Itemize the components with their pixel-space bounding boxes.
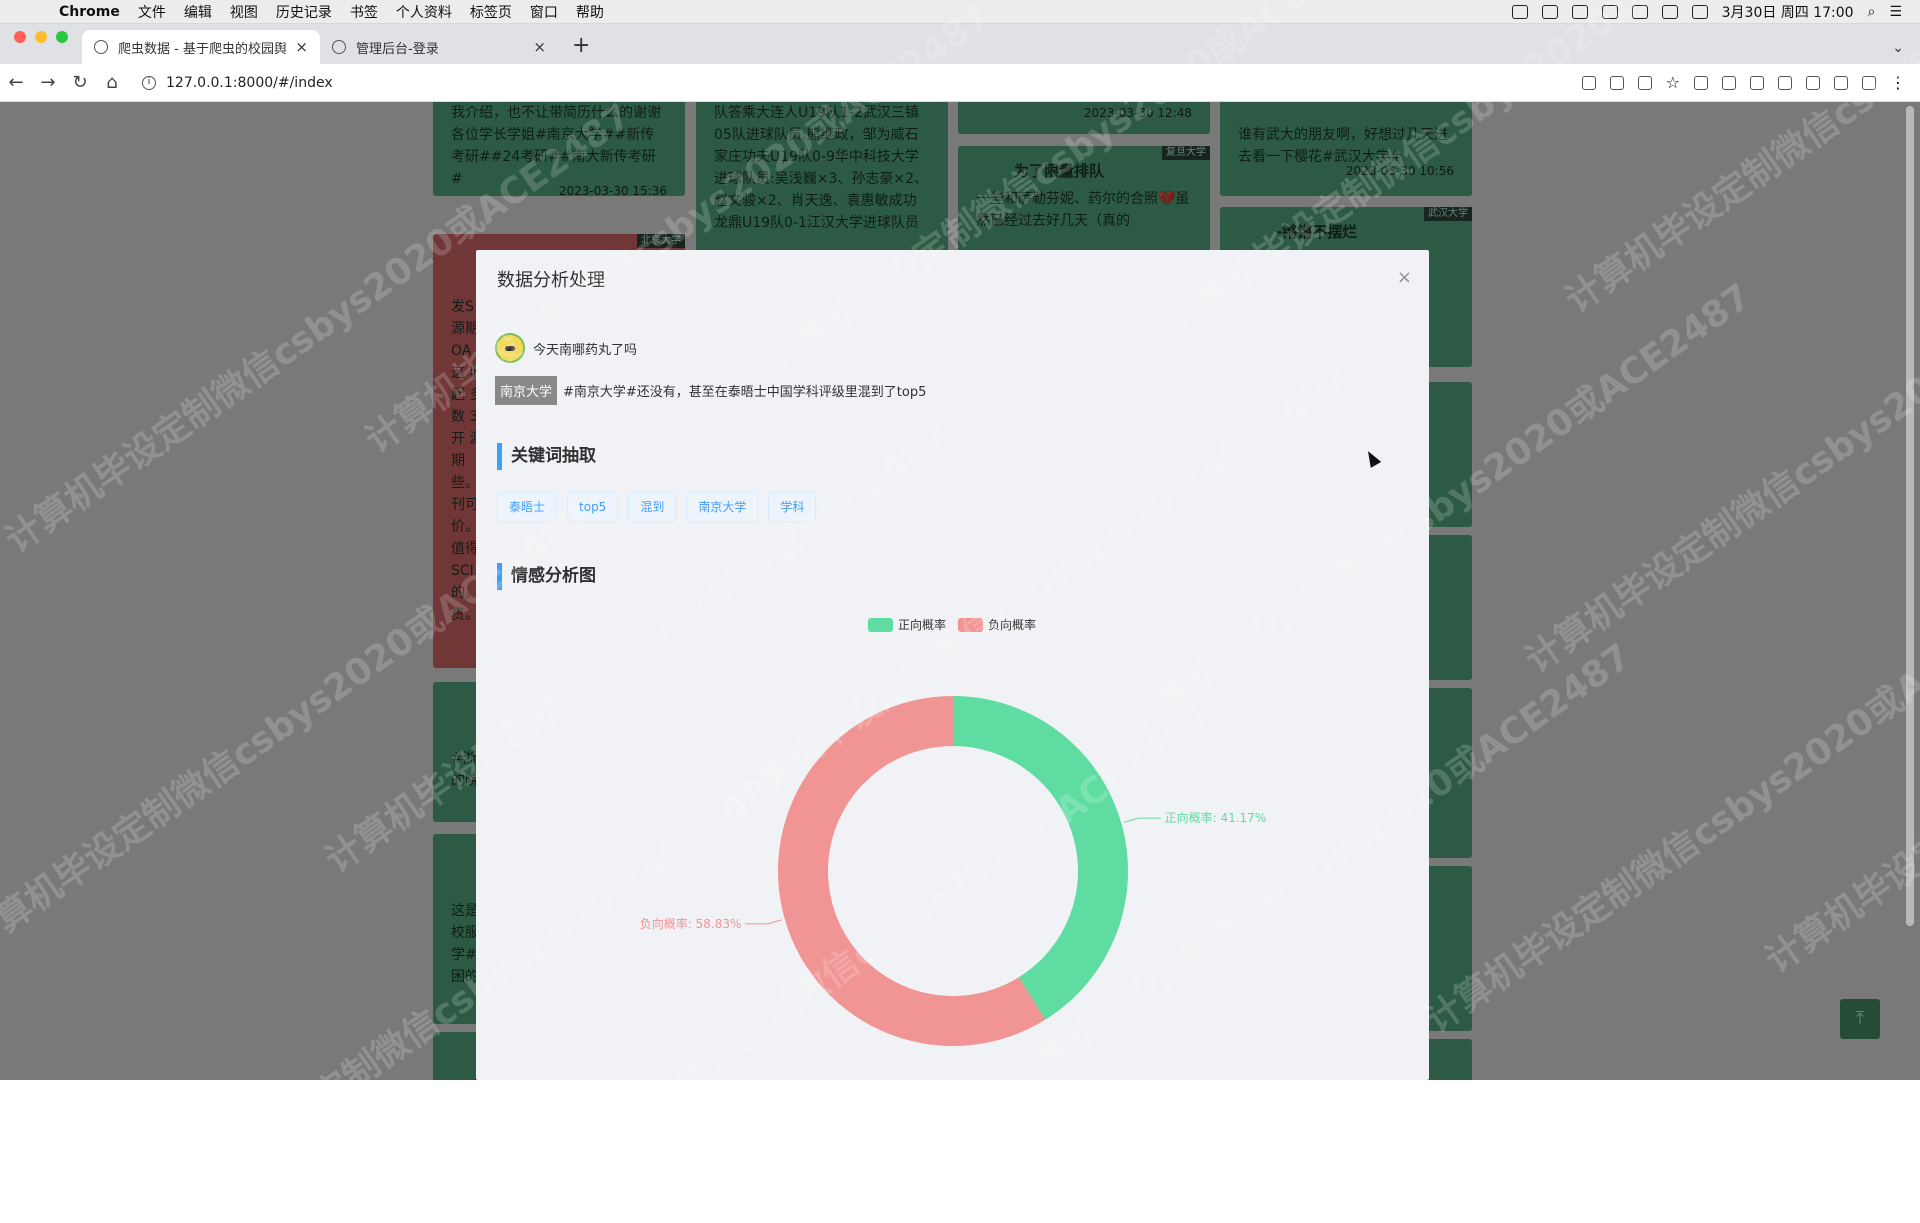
minimize-window-button[interactable] [35, 31, 47, 43]
menu-app-name[interactable]: Chrome [50, 4, 129, 20]
profile-icon[interactable] [1862, 75, 1876, 90]
tab-search-chevron-icon[interactable]: ⌄ [1876, 40, 1920, 64]
window-controls [0, 31, 82, 57]
keyword-tag: 南京大学 [686, 492, 759, 522]
key-icon[interactable] [1581, 75, 1596, 90]
menu-edit[interactable]: 编辑 [175, 2, 221, 22]
signal-icon[interactable] [1571, 4, 1588, 19]
app-status-icon[interactable] [1541, 4, 1558, 19]
globe-icon [332, 40, 346, 54]
keyword-tag: 学科 [768, 492, 817, 522]
more-menu-icon[interactable]: ⋮ [1890, 73, 1906, 92]
sidebar-icon[interactable] [1834, 75, 1848, 90]
new-tab-button[interactable]: + [558, 33, 604, 64]
extension-icon[interactable] [1778, 75, 1792, 90]
toolbar-icons: ☆ ⋮ [1581, 73, 1920, 92]
menu-file[interactable]: 文件 [129, 2, 175, 22]
address-bar[interactable]: i 127.0.0.1:8000/#/index [142, 68, 1512, 98]
menu-history[interactable]: 历史记录 [267, 2, 341, 22]
menu-view[interactable]: 视图 [221, 2, 267, 22]
author-name: 今天南哪药丸了吗 [533, 342, 638, 358]
clock[interactable]: 3月30日 周四 17:00 [1722, 2, 1854, 22]
data-label-positive: 正向概率: 41.17% [1165, 810, 1267, 825]
menu-profiles[interactable]: 个人资料 [387, 2, 461, 22]
analysis-dialog: 数据分析处理 × 今天南哪药丸了吗 南京大学 #南京大学#还没有，甚至在泰晤士中… [476, 250, 1429, 1080]
menu-bookmarks[interactable]: 书签 [341, 2, 387, 22]
forward-icon[interactable]: → [32, 72, 64, 93]
menu-window[interactable]: 窗口 [521, 2, 567, 22]
macos-menubar: Chrome 文件 编辑 视图 历史记录 书签 个人资料 标签页 窗口 帮助 3… [0, 0, 1920, 24]
close-window-button[interactable] [14, 31, 26, 43]
avatar [495, 333, 525, 363]
tab-title: 管理后台-登录 [356, 41, 439, 57]
keyword-tag: 混到 [628, 492, 677, 522]
zoom-window-button[interactable] [56, 31, 68, 43]
data-label-negative: 负向概率: 58.83% [640, 916, 742, 931]
school-tag: 南京大学 [495, 376, 558, 405]
browser-tabbar: 爬虫数据 - 基于爬虫的校园舆情分析 × 管理后台-登录 × + ⌄ [0, 24, 1920, 64]
puzzle-icon[interactable] [1806, 75, 1820, 90]
extension-icon[interactable] [1694, 75, 1708, 90]
extension-icon[interactable] [1722, 75, 1736, 90]
volume-icon[interactable] [1691, 4, 1708, 19]
url-text[interactable]: 127.0.0.1:8000/#/index [166, 75, 333, 91]
section-keywords-title: 关键词抽取 [497, 443, 596, 470]
status-area: 3月30日 周四 17:00 ⌕ ☰ [1511, 2, 1920, 22]
keyword-tag: 泰晤士 [497, 492, 558, 522]
bookmark-star-icon[interactable]: ☆ [1666, 73, 1680, 92]
tab-crawler-data[interactable]: 爬虫数据 - 基于爬虫的校园舆情分析 × [82, 30, 320, 64]
section-sentiment-title: 情感分析图 [497, 563, 596, 590]
record-icon[interactable] [1511, 4, 1528, 19]
post-content-row: 南京大学 #南京大学#还没有，甚至在泰晤士中国学科评级里混到了top5 [495, 376, 926, 405]
control-center-icon[interactable]: ☰ [1889, 4, 1902, 20]
keyword-tag: top5 [567, 492, 619, 522]
post-author-row: 今天南哪药丸了吗 [495, 333, 637, 363]
tab-admin-login[interactable]: 管理后台-登录 × [320, 30, 558, 64]
keyword-list: 泰晤士 top5 混到 南京大学 学科 [497, 492, 817, 522]
close-tab-icon[interactable]: × [533, 38, 546, 56]
home-icon[interactable]: ⌂ [96, 72, 128, 93]
mountain-icon[interactable] [1601, 4, 1618, 19]
sentiment-donut-chart: 正向概率: 41.17% 负向概率: 58.83% [640, 696, 1267, 1046]
menu-help[interactable]: 帮助 [567, 2, 613, 22]
reload-icon[interactable]: ↻ [64, 72, 96, 93]
translate-icon[interactable] [1609, 75, 1624, 90]
browser-toolbar: ← → ↻ ⌂ i 127.0.0.1:8000/#/index ☆ ⋮ [0, 64, 1920, 102]
globe-icon [94, 40, 108, 54]
share-icon[interactable] [1637, 75, 1652, 90]
site-info-icon[interactable]: i [142, 75, 156, 90]
label-leader-line [745, 919, 782, 925]
close-tab-icon[interactable]: × [295, 38, 308, 56]
close-icon[interactable]: × [1397, 267, 1412, 288]
spotlight-icon[interactable]: ⌕ [1868, 4, 1876, 20]
tab-title: 爬虫数据 - 基于爬虫的校园舆情分析 [118, 41, 287, 57]
input-method-icon[interactable] [1661, 4, 1678, 19]
extension-icon[interactable] [1750, 75, 1764, 90]
wechat-icon[interactable] [1631, 4, 1648, 19]
slice-positive[interactable] [953, 696, 1128, 1020]
back-icon[interactable]: ← [0, 72, 32, 93]
page-scrollbar[interactable] [1906, 106, 1914, 926]
dialog-title: 数据分析处理 [497, 270, 605, 291]
menu-tabs[interactable]: 标签页 [461, 2, 521, 22]
post-content: #南京大学#还没有，甚至在泰晤士中国学科评级里混到了top5 [563, 385, 927, 400]
label-leader-line [1124, 817, 1161, 823]
